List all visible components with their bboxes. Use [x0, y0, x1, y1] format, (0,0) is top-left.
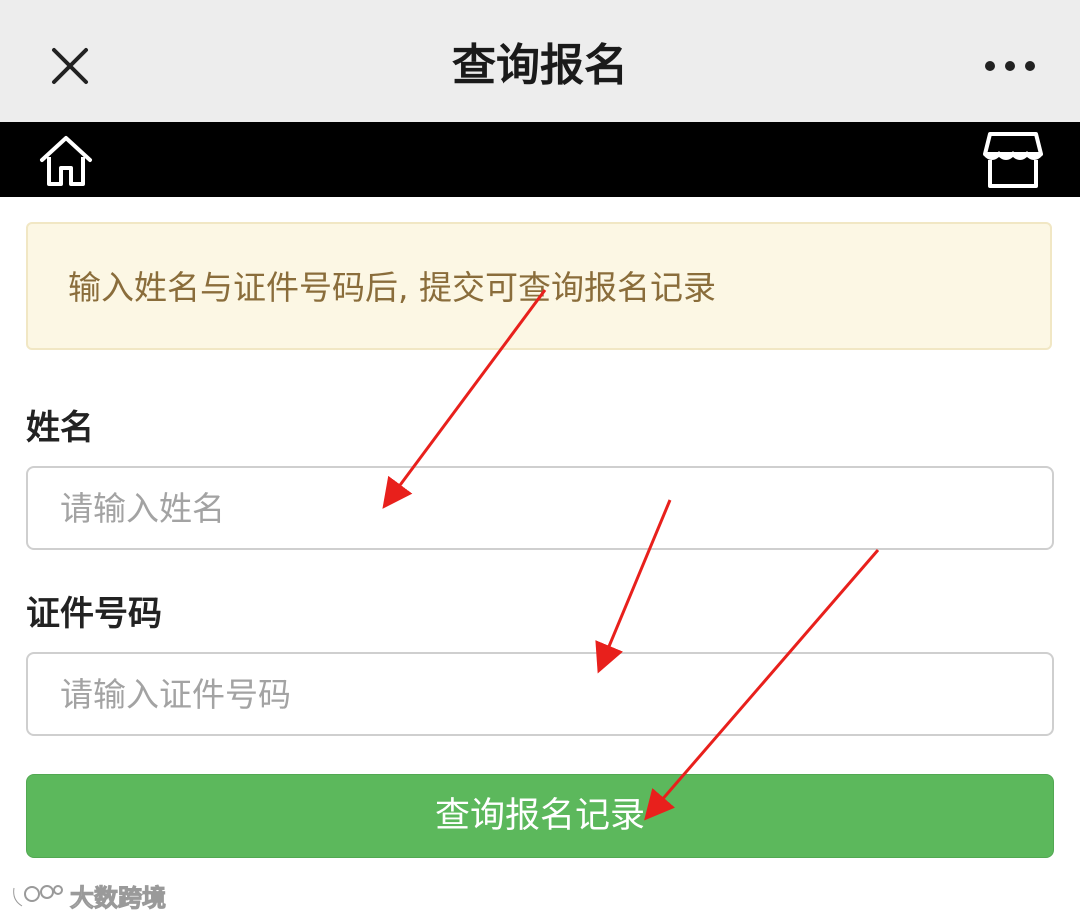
more-button[interactable] — [980, 52, 1040, 80]
notice-text: 输入姓名与证件号码后, 提交可查询报名记录 — [68, 268, 716, 307]
watermark-text: 大数跨境 — [70, 884, 167, 913]
id-number-label: 证件号码 — [26, 594, 162, 634]
name-input[interactable] — [26, 466, 1054, 550]
more-icon — [985, 61, 1035, 71]
title-bar: 查询报名 — [0, 0, 1080, 122]
shop-icon — [983, 132, 1043, 188]
home-icon — [40, 136, 92, 186]
watermark-logo-icon — [12, 885, 63, 908]
query-records-button[interactable]: 查询报名记录 — [26, 774, 1054, 858]
page-title: 查询报名 — [452, 40, 628, 91]
name-label: 姓名 — [26, 408, 94, 448]
site-toolbar — [0, 122, 1080, 197]
id-number-input[interactable] — [26, 652, 1054, 736]
watermark: 大数跨境 — [10, 880, 167, 916]
info-notice: 输入姓名与证件号码后, 提交可查询报名记录 — [26, 222, 1052, 350]
home-button[interactable] — [36, 130, 96, 190]
shop-button[interactable] — [982, 128, 1044, 192]
